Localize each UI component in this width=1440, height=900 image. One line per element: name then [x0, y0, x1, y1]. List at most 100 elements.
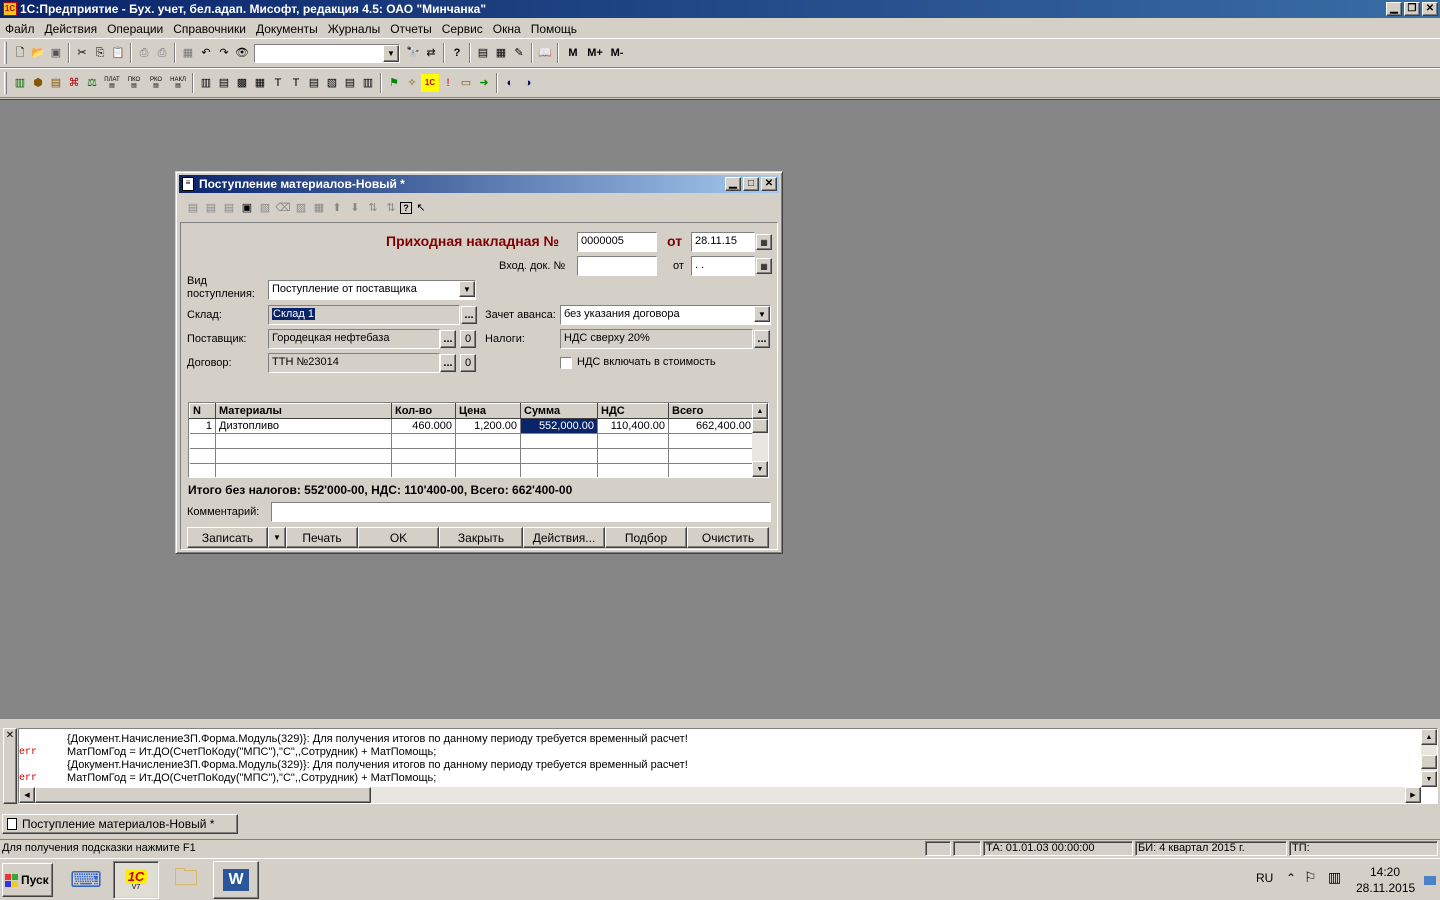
- report-8-icon[interactable]: ▧: [323, 74, 341, 92]
- report-1-icon[interactable]: ▥: [197, 74, 215, 92]
- vat-include-checkbox[interactable]: [560, 357, 572, 369]
- print-button[interactable]: Печать: [286, 527, 358, 548]
- cell-sum[interactable]: 552,000.00: [520, 418, 598, 434]
- warehouse-select-button[interactable]: ...: [461, 306, 477, 324]
- col-header-n[interactable]: N: [189, 403, 216, 419]
- col-header-total[interactable]: Всего: [668, 403, 755, 419]
- transactions-icon[interactable]: ▤: [47, 74, 65, 92]
- open-icon[interactable]: 📂: [29, 44, 47, 62]
- table-row[interactable]: [189, 448, 755, 464]
- dialog-maximize-button[interactable]: □: [743, 177, 759, 191]
- row-tool-1-icon[interactable]: ⌫: [274, 199, 292, 217]
- print-preview-icon[interactable]: ⎙: [153, 44, 171, 62]
- row-tool-2-icon[interactable]: ▨: [292, 199, 310, 217]
- cell-n[interactable]: 1: [189, 418, 216, 434]
- taxes-select-button[interactable]: ...: [754, 330, 770, 348]
- paste-icon[interactable]: 📋: [109, 44, 127, 62]
- invoice-icon[interactable]: НАКЛ ▤: [167, 74, 189, 92]
- memory-m-button[interactable]: M: [562, 44, 584, 62]
- help-icon[interactable]: ?: [448, 44, 466, 62]
- explorer-app-icon[interactable]: 🗀: [166, 863, 206, 897]
- close-app-button[interactable]: ✕: [1422, 2, 1438, 16]
- menu-documents[interactable]: Документы: [251, 22, 323, 36]
- cell-price[interactable]: 1,200.00: [455, 418, 521, 434]
- app-icon[interactable]: 1С: [3, 2, 17, 16]
- copy-icon[interactable]: ⎘: [91, 44, 109, 62]
- calendar-icon[interactable]: ▦: [756, 258, 772, 274]
- menu-directories[interactable]: Справочники: [168, 22, 251, 36]
- report-9-icon[interactable]: ▤: [341, 74, 359, 92]
- tool-3-icon[interactable]: 1С: [421, 74, 439, 92]
- selection-button[interactable]: Подбор: [605, 527, 687, 548]
- cell-total[interactable]: 662,400.00: [668, 418, 755, 434]
- tool-8-icon[interactable]: ◑: [519, 74, 537, 92]
- scroll-thumb[interactable]: [35, 787, 371, 803]
- col-header-sum[interactable]: Сумма: [520, 403, 598, 419]
- clock-time[interactable]: 14:20: [1370, 865, 1400, 879]
- col-header-price[interactable]: Цена: [455, 403, 521, 419]
- scroll-down-icon[interactable]: ▼: [1421, 771, 1437, 787]
- sort-desc-icon[interactable]: ⇅: [382, 199, 400, 217]
- cash-receipt-icon[interactable]: ПКО ▤: [123, 74, 145, 92]
- chart-of-accounts-icon[interactable]: ▥: [11, 74, 29, 92]
- scroll-thumb[interactable]: [752, 419, 768, 433]
- search-combo[interactable]: ▼: [254, 43, 400, 63]
- network-icon[interactable]: ▥: [1328, 869, 1341, 886]
- save-dropdown-button[interactable]: ▼: [268, 527, 286, 548]
- 1c-app-button[interactable]: 1С V7: [113, 861, 159, 899]
- insert-row-icon[interactable]: ▤: [202, 199, 220, 217]
- context-help-icon[interactable]: ↖: [412, 199, 430, 217]
- save-icon[interactable]: ▣: [47, 44, 65, 62]
- dialog-close-button[interactable]: ✕: [761, 177, 777, 191]
- message-list[interactable]: {Документ.НачислениеЗП.Форма.Модуль(329)…: [18, 728, 1438, 804]
- dialog-minimize-button[interactable]: ▁: [725, 177, 741, 191]
- menu-service[interactable]: Сервис: [437, 22, 488, 36]
- tray-expand-icon[interactable]: ⌃: [1286, 871, 1296, 885]
- comment-field[interactable]: [271, 502, 771, 522]
- cell-qty[interactable]: 460.000: [391, 418, 456, 434]
- undo-icon[interactable]: ↶: [197, 44, 215, 62]
- ledger-icon[interactable]: ⌘: [65, 74, 83, 92]
- menu-operations[interactable]: Операции: [102, 22, 168, 36]
- supplier-open-button[interactable]: 0: [460, 330, 476, 348]
- add-row-icon[interactable]: ▤: [184, 199, 202, 217]
- report-5-icon[interactable]: T: [269, 74, 287, 92]
- ok-button[interactable]: OK: [358, 527, 439, 548]
- keyboard-app-icon[interactable]: ⌨: [68, 863, 104, 897]
- advance-select[interactable]: без указания договора ▼: [560, 305, 771, 325]
- chevron-down-icon[interactable]: ▼: [383, 44, 399, 62]
- word-app-button[interactable]: W: [213, 861, 259, 899]
- contract-open-button[interactable]: 0: [460, 354, 476, 372]
- col-header-materials[interactable]: Материалы: [215, 403, 392, 419]
- dialog-help-icon[interactable]: ?: [400, 202, 412, 214]
- table-row[interactable]: 1 Дизтопливо 460.000 1,200.00 552,000.00…: [189, 418, 755, 434]
- report-7-icon[interactable]: ▤: [305, 74, 323, 92]
- menu-reports[interactable]: Отчеты: [385, 22, 436, 36]
- report-4-icon[interactable]: ▦: [251, 74, 269, 92]
- restore-button[interactable]: ❐: [1404, 2, 1420, 16]
- calendar-icon[interactable]: ▦: [492, 44, 510, 62]
- scroll-right-icon[interactable]: ▶: [1405, 787, 1421, 803]
- menu-windows[interactable]: Окна: [488, 22, 526, 36]
- clock-date[interactable]: 28.11.2015: [1356, 881, 1415, 895]
- find-icon[interactable]: 👁: [233, 44, 251, 62]
- calculator-icon[interactable]: ▤: [474, 44, 492, 62]
- scroll-thumb[interactable]: [1421, 755, 1437, 769]
- move-down-icon[interactable]: ⬇: [346, 199, 364, 217]
- tool-7-icon[interactable]: ◐: [501, 74, 519, 92]
- chevron-down-icon[interactable]: ▼: [754, 306, 770, 322]
- close-button[interactable]: Закрыть: [439, 527, 523, 548]
- action-center-flag-icon[interactable]: ⚐: [1304, 869, 1317, 886]
- replace-icon[interactable]: ⇄: [422, 44, 440, 62]
- row-tool-3-icon[interactable]: ▦: [310, 199, 328, 217]
- book-icon[interactable]: 📖: [536, 44, 554, 62]
- clear-button[interactable]: Очистить: [687, 527, 769, 548]
- sort-asc-icon[interactable]: ⇅: [364, 199, 382, 217]
- tool-5-icon[interactable]: ▭: [457, 74, 475, 92]
- edit-row-icon[interactable]: ▤: [220, 199, 238, 217]
- table-row[interactable]: [189, 433, 755, 449]
- col-header-vat[interactable]: НДС: [597, 403, 669, 419]
- find-next-icon[interactable]: 🔭: [404, 44, 422, 62]
- cut-icon[interactable]: ✂: [73, 44, 91, 62]
- doc-date-field[interactable]: 28.11.15: [691, 232, 755, 252]
